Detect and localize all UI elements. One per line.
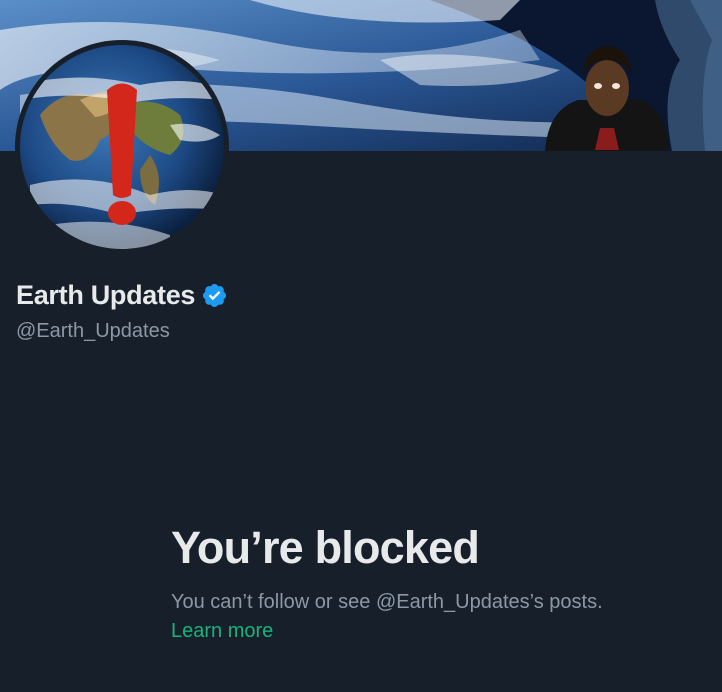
learn-more-link[interactable]: Learn more <box>171 617 691 646</box>
profile-handle: @Earth_Updates <box>16 320 170 342</box>
profile-display-name: Earth Updates <box>16 280 196 310</box>
profile-name-row: Earth Updates <box>16 280 228 311</box>
blocked-notice: You’re blocked You can’t follow or see @… <box>171 520 691 646</box>
profile-avatar[interactable] <box>15 40 229 254</box>
blocked-title: You’re blocked <box>171 522 480 573</box>
verified-badge-icon[interactable] <box>201 282 228 309</box>
blocked-description-text: You can’t follow or see @Earth_Updates’s… <box>171 591 603 613</box>
profile-page: Earth Updates @Earth_Updates You’re bloc… <box>0 0 722 692</box>
blocked-description: You can’t follow or see @Earth_Updates’s… <box>171 588 691 646</box>
